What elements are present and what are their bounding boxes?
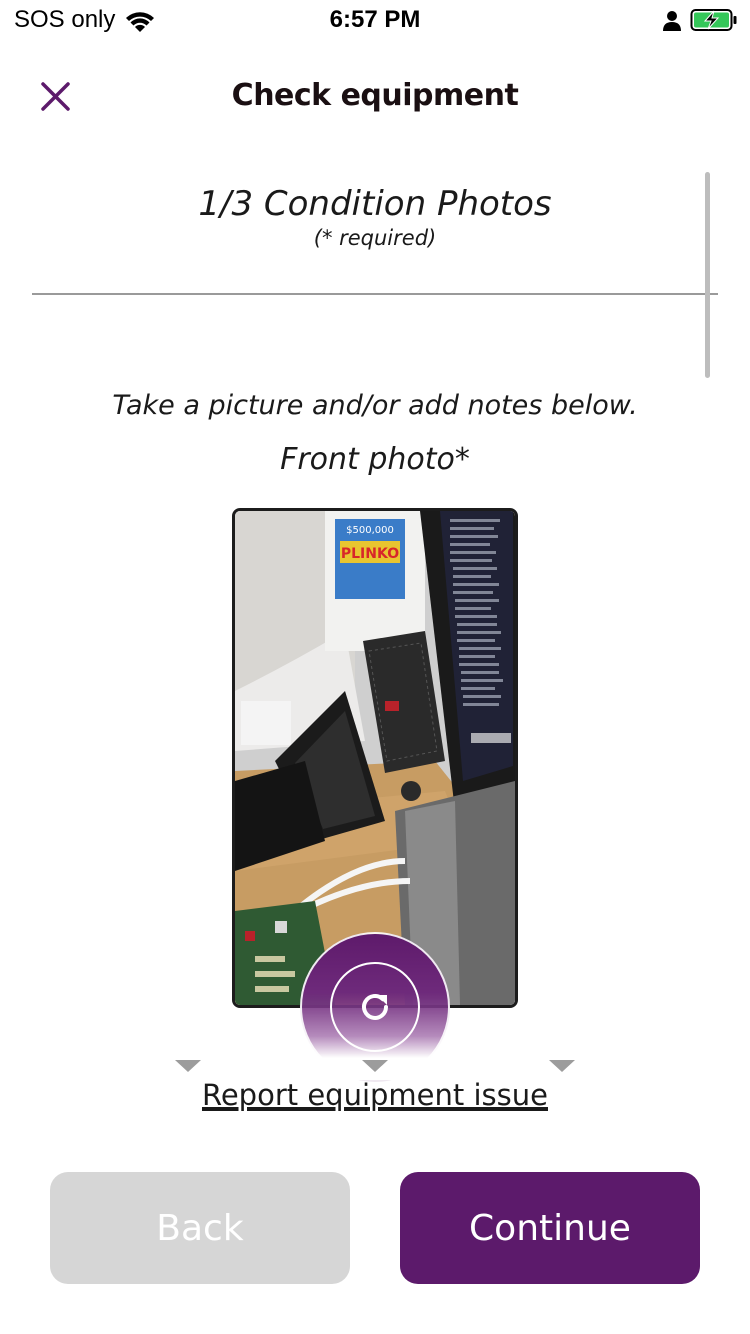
scrollbar[interactable] xyxy=(705,172,710,378)
required-note: (* required) xyxy=(313,226,437,250)
back-button-label: Back xyxy=(156,1207,244,1249)
continue-button[interactable]: Continue xyxy=(400,1172,700,1284)
photo-sign-prize: $500,000 xyxy=(346,525,394,536)
section-divider xyxy=(32,293,718,295)
section-title: 1/3 Condition Photos xyxy=(198,184,552,224)
battery-charging-icon xyxy=(690,9,737,31)
report-issue-link[interactable]: Report equipment issue xyxy=(0,1078,750,1112)
person-icon xyxy=(663,11,681,31)
retake-ring xyxy=(330,962,420,1052)
photo-image: $500,000 PLINKO xyxy=(235,511,515,1005)
refresh-icon xyxy=(362,993,388,1020)
carousel-indicator-3[interactable] xyxy=(549,1060,575,1072)
photo-label: Front photo* xyxy=(280,442,470,477)
photo-sign-text: PLINKO xyxy=(341,546,399,562)
carousel-indicator-2[interactable] xyxy=(362,1060,388,1072)
clock: 6:57 PM xyxy=(329,6,421,33)
carousel-indicator-1[interactable] xyxy=(175,1060,201,1072)
instructions-text: Take a picture and/or add notes below. xyxy=(112,390,638,421)
continue-button-label: Continue xyxy=(469,1207,631,1249)
page-title: Check equipment xyxy=(231,78,519,113)
report-issue-label: Report equipment issue xyxy=(201,1078,548,1112)
back-button[interactable]: Back xyxy=(50,1172,350,1284)
status-bar: SOS only 6:57 PM xyxy=(0,0,750,40)
